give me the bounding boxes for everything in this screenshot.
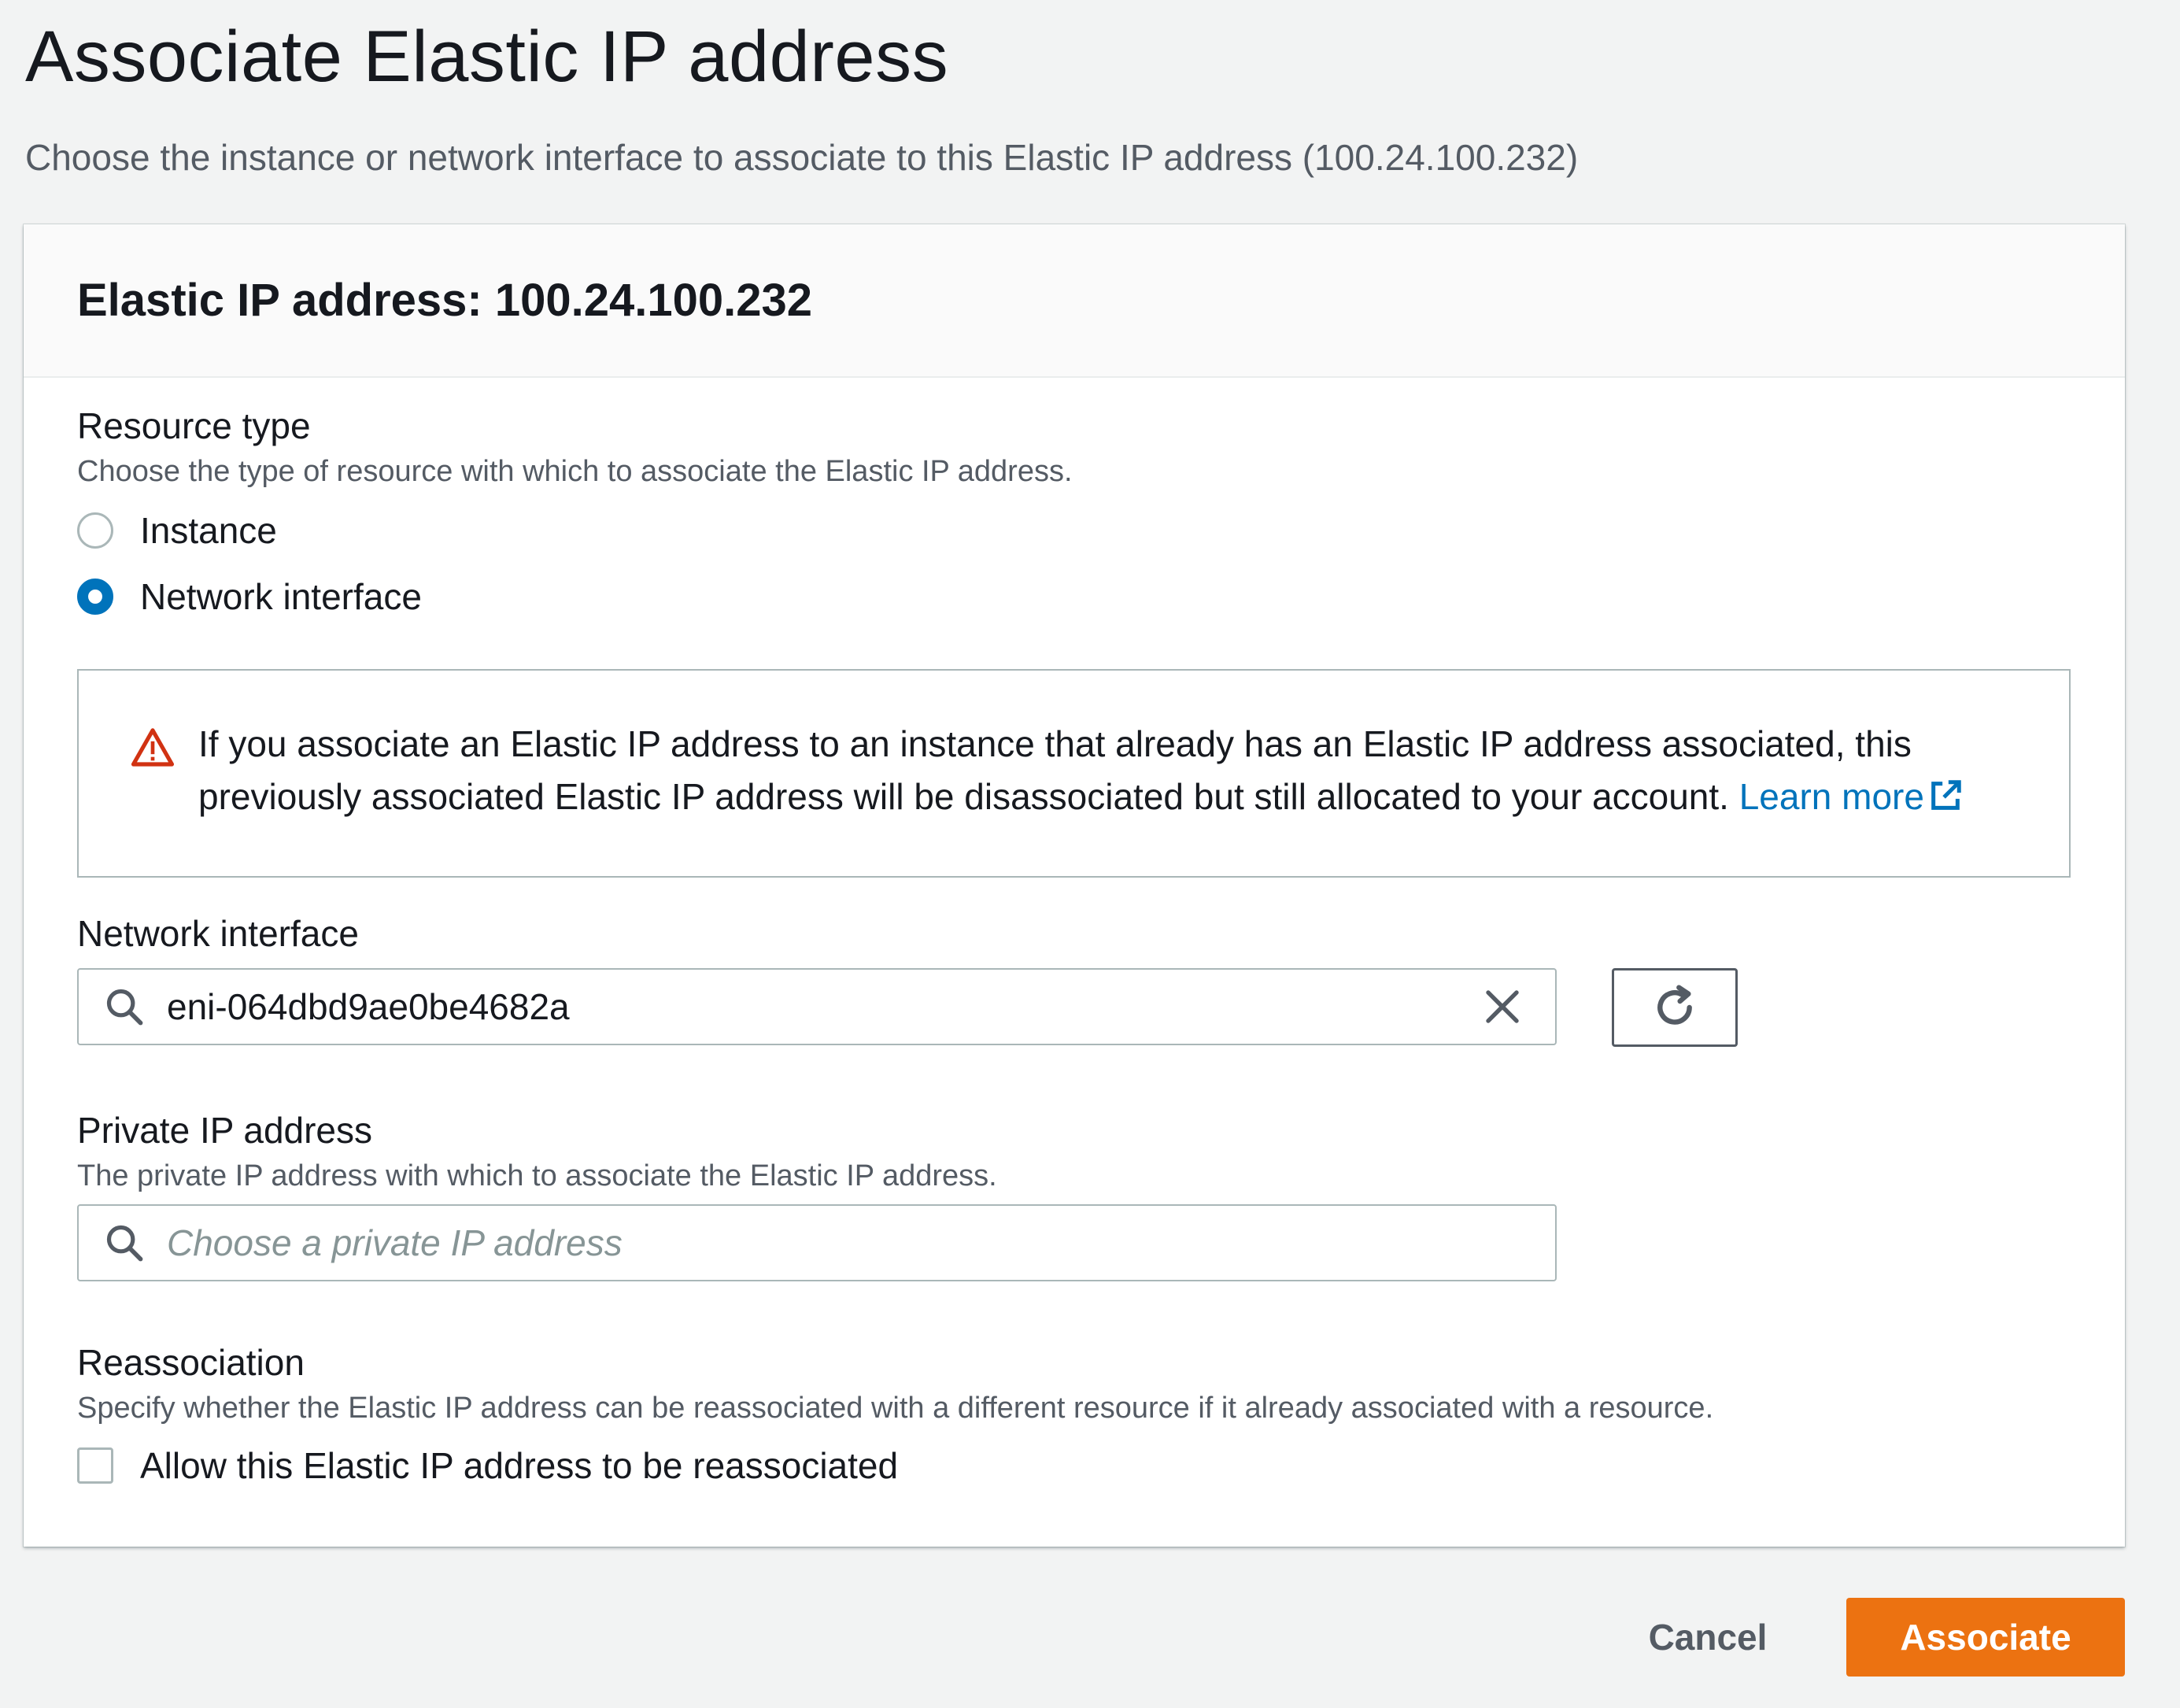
- network-interface-label: Network interface: [77, 913, 359, 954]
- reassociation-label: Reassociation: [77, 1342, 305, 1383]
- private-ip-label: Private IP address: [77, 1110, 373, 1151]
- learn-more-link[interactable]: Learn more: [1739, 776, 1964, 817]
- radio-network-interface-button[interactable]: [77, 579, 113, 615]
- reassociation-checkbox[interactable]: [77, 1447, 113, 1484]
- private-ip-placeholder[interactable]: Choose a private IP address: [167, 1222, 1555, 1264]
- reassociation-checkbox-label[interactable]: Allow this Elastic IP address to be reas…: [140, 1444, 898, 1487]
- radio-network-interface-label[interactable]: Network interface: [140, 575, 422, 618]
- resource-type-section: Resource type Choose the type of resourc…: [77, 401, 1073, 630]
- page-title: Associate Elastic IP address: [25, 17, 949, 97]
- panel-title: Elastic IP address: 100.24.100.232: [77, 275, 813, 326]
- private-ip-input[interactable]: Choose a private IP address: [77, 1204, 1557, 1281]
- alert-message: If you associate an Elastic IP address t…: [198, 723, 1912, 817]
- radio-instance[interactable]: Instance: [77, 497, 1073, 564]
- refresh-icon[interactable]: [1650, 982, 1700, 1033]
- page: Associate Elastic IP address Choose the …: [0, 0, 2180, 1708]
- radio-instance-label[interactable]: Instance: [140, 509, 277, 552]
- external-link-icon[interactable]: [1927, 778, 1964, 814]
- search-icon: [106, 1225, 143, 1262]
- reassociation-description: Specify whether the Elastic IP address c…: [77, 1392, 1714, 1425]
- learn-more-label[interactable]: Learn more: [1739, 776, 1924, 817]
- private-ip-section: Private IP address The private IP addres…: [77, 1106, 997, 1197]
- resource-type-description: Choose the type of resource with which t…: [77, 455, 1073, 488]
- private-ip-description: The private IP address with which to ass…: [77, 1159, 997, 1192]
- page-subtitle: Choose the instance or network interface…: [25, 137, 1579, 178]
- refresh-button[interactable]: [1612, 968, 1738, 1047]
- association-panel: Elastic IP address: 100.24.100.232 Resou…: [24, 224, 2125, 1547]
- reassociation-section: Reassociation Specify whether the Elasti…: [77, 1338, 1713, 1499]
- clear-icon[interactable]: [1481, 985, 1524, 1028]
- cancel-button[interactable]: Cancel: [1621, 1598, 1794, 1677]
- radio-instance-button[interactable]: [77, 512, 113, 549]
- panel-header: Elastic IP address: 100.24.100.232: [24, 224, 2125, 378]
- warning-triangle-icon: [131, 728, 175, 767]
- radio-network-interface[interactable]: Network interface: [77, 564, 1073, 630]
- warning-alert: If you associate an Elastic IP address t…: [77, 669, 2071, 878]
- search-icon: [106, 989, 143, 1026]
- network-interface-input[interactable]: eni-064dbd9ae0be4682a: [77, 968, 1557, 1045]
- reassociation-checkbox-row[interactable]: Allow this Elastic IP address to be reas…: [77, 1433, 1713, 1499]
- resource-type-label: Resource type: [77, 405, 311, 446]
- associate-button[interactable]: Associate: [1846, 1598, 2125, 1677]
- network-interface-value[interactable]: eni-064dbd9ae0be4682a: [167, 985, 1481, 1028]
- alert-text: If you associate an Elastic IP address t…: [198, 718, 2032, 876]
- network-interface-section: Network interface: [77, 909, 359, 958]
